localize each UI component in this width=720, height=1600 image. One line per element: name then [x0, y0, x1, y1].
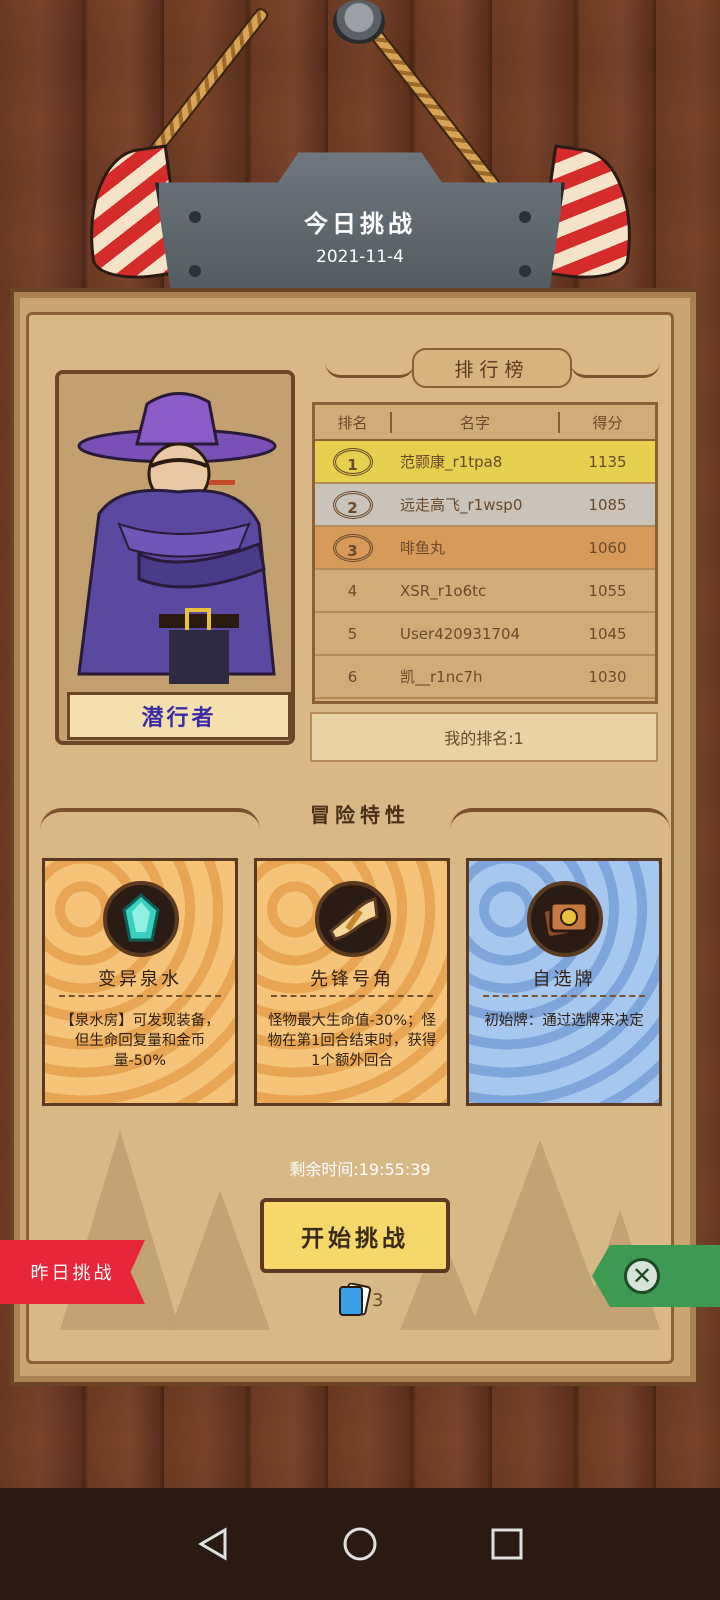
leaderboard-table: 排名 名字 得分 1 范颢康_r1tpa8 1135 2 远走高飞_r1wsp0 1085…	[312, 402, 658, 704]
header-rank: 排名	[337, 413, 368, 432]
leaderboard-row: 3 啡鱼丸 1060	[315, 527, 655, 570]
trait-name: 变异泉水	[98, 969, 182, 990]
row-score: 1055	[588, 581, 627, 600]
horn-icon	[315, 881, 391, 957]
trait-desc: 初始牌：通过选牌来决定	[484, 1013, 644, 1029]
trait-name: 自选牌	[532, 969, 596, 990]
close-button[interactable]: ✕	[592, 1245, 720, 1307]
home-circle-icon	[343, 1527, 377, 1561]
trait-card-choose[interactable]: 自选牌 初始牌：通过选牌来决定	[466, 858, 662, 1106]
row-rank: 3	[315, 533, 390, 562]
trait-desc: 怪物最大生命值-30%；怪物在第1回合结束时，获得1个额外回合	[267, 1013, 437, 1069]
row-score: 1085	[588, 495, 627, 514]
start-challenge-button[interactable]: 开始挑战	[260, 1198, 450, 1273]
traits-title: 冒险特性	[310, 802, 410, 827]
row-score: 1030	[588, 667, 627, 686]
sign-title: 今日挑战	[304, 209, 416, 238]
row-rank: 4	[347, 581, 358, 600]
my-rank: 我的排名:1	[310, 712, 658, 762]
trait-card-horn[interactable]: 先锋号角 怪物最大生命值-30%；怪物在第1回合结束时，获得1个额外回合	[254, 858, 450, 1106]
row-name: XSR_r1o6tc	[400, 581, 487, 600]
card-stack-icon	[339, 1283, 372, 1316]
leaderboard-row: 2 远走高飞_r1wsp0 1085	[315, 484, 655, 527]
crystal-icon	[103, 881, 179, 957]
rank-medal-icon: 2	[332, 490, 373, 519]
character-name: 潜行者	[67, 692, 291, 740]
row-score: 1060	[588, 538, 627, 557]
cards-count: 3	[336, 1282, 383, 1318]
system-nav-bar	[0, 1488, 720, 1600]
leaderboard-row: 6 凯__r1nc7h 1030	[315, 656, 655, 699]
trait-card-fountain[interactable]: 变异泉水 【泉水房】可发现装备，但生命回复量和金币量-50%	[42, 858, 238, 1106]
trait-name: 先锋号角	[310, 969, 394, 990]
row-rank: 6	[347, 667, 358, 686]
recents-button[interactable]	[487, 1524, 527, 1564]
header-score: 得分	[592, 413, 623, 432]
leaderboard-title: 排行榜	[412, 348, 572, 388]
leaderboard-header: 排名 名字 得分	[315, 405, 655, 441]
row-rank: 1	[315, 447, 390, 476]
rank-medal-icon: 3	[332, 533, 373, 562]
recents-square-icon	[491, 1528, 523, 1560]
row-name: 凯__r1nc7h	[400, 668, 483, 686]
header-name: 名字	[390, 411, 560, 433]
rank-medal-icon: 1	[332, 447, 373, 476]
leaderboard-row: 5 User420931704 1045	[315, 613, 655, 656]
row-name: User420931704	[400, 624, 521, 643]
remaining-time: 剩余时间:19:55:39	[289, 1160, 431, 1179]
yesterday-challenge-button[interactable]: 昨日挑战	[0, 1240, 145, 1304]
rogue-character-icon	[59, 374, 291, 684]
home-button[interactable]	[340, 1524, 380, 1564]
cards-icon	[527, 881, 603, 957]
close-icon: ✕	[624, 1258, 660, 1294]
sign-date: 2021-11-4	[316, 246, 404, 267]
row-name: 范颢康_r1tpa8	[400, 453, 503, 471]
row-score: 1135	[588, 452, 627, 471]
row-name: 远走高飞_r1wsp0	[400, 496, 523, 514]
back-triangle-icon	[198, 1527, 227, 1561]
cards-count-value: 3	[372, 1289, 384, 1311]
row-score: 1045	[588, 624, 627, 643]
row-name: 啡鱼丸	[400, 539, 446, 557]
trait-desc: 【泉水房】可发现装备，但生命回复量和金币量-50%	[60, 1013, 220, 1069]
back-button[interactable]	[193, 1524, 233, 1564]
row-rank: 2	[315, 490, 390, 519]
leaderboard-row: 1 范颢康_r1tpa8 1135	[315, 441, 655, 484]
leaderboard-row: 4 XSR_r1o6tc 1055	[315, 570, 655, 613]
character-portrait[interactable]: 潜行者	[55, 370, 295, 745]
row-rank: 5	[347, 624, 358, 643]
nail-icon	[333, 0, 385, 44]
